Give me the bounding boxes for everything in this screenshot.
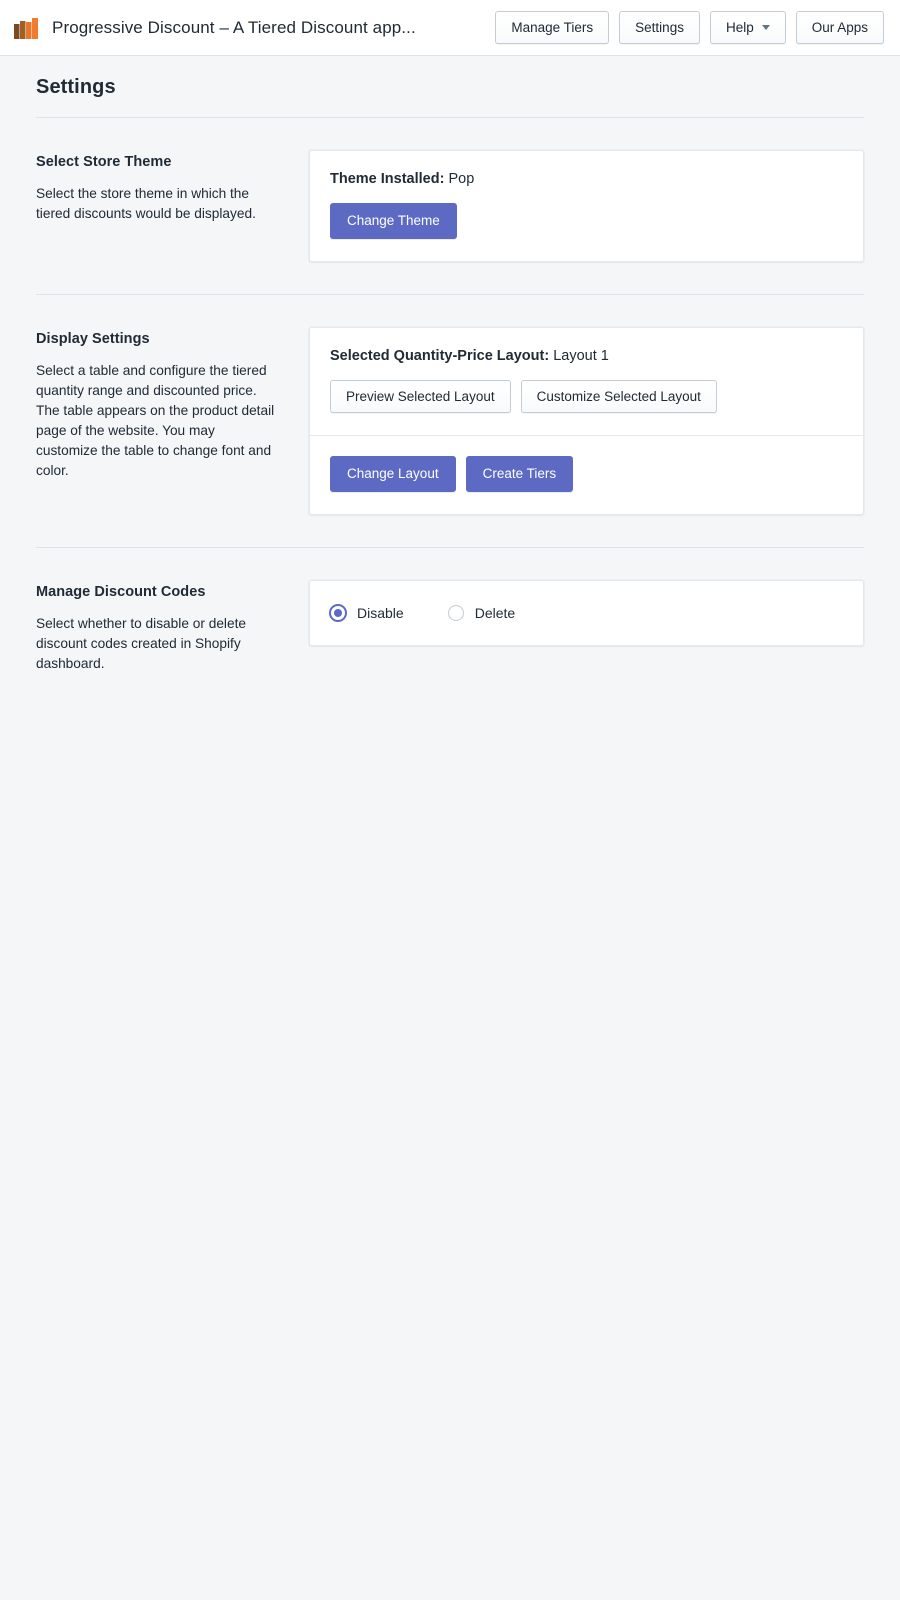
change-theme-button[interactable]: Change Theme bbox=[330, 203, 457, 239]
radio-delete-icon[interactable] bbox=[447, 604, 464, 621]
settings-button[interactable]: Settings bbox=[619, 10, 700, 45]
section-title-discount-codes: Manage Discount Codes bbox=[36, 583, 206, 600]
layout-info-card-section: Selected Quantity-Price Layout: Layout 1… bbox=[310, 328, 863, 436]
layout-primary-actions-section: Change Layout Create Tiers bbox=[310, 435, 863, 514]
store-theme-card: Theme Installed: Pop Change Theme bbox=[309, 150, 864, 262]
theme-installed-heading: Theme Installed: Pop bbox=[330, 171, 843, 187]
display-settings-card: Selected Quantity-Price Layout: Layout 1… bbox=[309, 326, 864, 515]
page-title: Settings bbox=[36, 76, 116, 98]
our-apps-label: Our Apps bbox=[811, 19, 868, 35]
layout-primary-actions: Change Layout Create Tiers bbox=[330, 456, 843, 492]
section-display-settings: Display Settings Select a table and conf… bbox=[36, 295, 864, 515]
store-theme-actions: Change Theme bbox=[330, 203, 843, 239]
theme-installed-value: Pop bbox=[448, 171, 475, 187]
preview-selected-layout-button[interactable]: Preview Selected Layout bbox=[330, 379, 511, 413]
create-tiers-button[interactable]: Create Tiers bbox=[465, 456, 574, 492]
change-layout-button[interactable]: Change Layout bbox=[330, 456, 456, 492]
section-title-store-theme: Select Store Theme bbox=[36, 154, 172, 170]
app-title: Progressive Discount – A Tiered Discount… bbox=[52, 17, 416, 37]
selected-layout-label: Selected Quantity-Price Layout: bbox=[330, 347, 550, 364]
radio-delete-label: Delete bbox=[474, 604, 516, 621]
section-label-display-settings: Display Settings Select a table and conf… bbox=[36, 327, 309, 481]
selected-layout-value: Layout 1 bbox=[553, 347, 609, 364]
manage-tiers-button[interactable]: Manage Tiers bbox=[495, 10, 610, 45]
section-description-discount-codes: Select whether to disable or delete disc… bbox=[36, 615, 247, 671]
section-body-display-settings: Selected Quantity-Price Layout: Layout 1… bbox=[309, 326, 864, 515]
section-label-store-theme: Select Store Theme Select the store them… bbox=[36, 150, 309, 224]
page-header: Settings bbox=[0, 56, 900, 118]
discount-codes-radio-group: Disable Delete bbox=[330, 601, 843, 623]
app-header-bar: Progressive Discount – A Tiered Discount… bbox=[0, 0, 900, 56]
bar-chart-logo-icon bbox=[14, 17, 38, 39]
our-apps-button[interactable]: Our Apps bbox=[795, 10, 884, 45]
chevron-down-icon bbox=[761, 25, 770, 30]
selected-layout-heading: Selected Quantity-Price Layout: Layout 1 bbox=[330, 348, 843, 364]
customize-selected-layout-label: Customize Selected Layout bbox=[536, 388, 701, 404]
settings-label: Settings bbox=[635, 19, 684, 35]
help-label: Help bbox=[725, 19, 754, 35]
customize-selected-layout-button[interactable]: Customize Selected Layout bbox=[520, 379, 717, 413]
settings-content: Select Store Theme Select the store them… bbox=[0, 118, 900, 674]
section-description-display-settings: Select a table and configure the tiered … bbox=[36, 362, 275, 478]
section-select-store-theme: Select Store Theme Select the store them… bbox=[36, 118, 864, 262]
preview-selected-layout-label: Preview Selected Layout bbox=[346, 388, 495, 404]
radio-disable-label: Disable bbox=[357, 604, 404, 621]
radio-option-delete[interactable]: Delete bbox=[447, 604, 516, 621]
section-description-store-theme: Select the store theme in which the tier… bbox=[36, 186, 256, 221]
store-theme-card-section: Theme Installed: Pop Change Theme bbox=[310, 151, 863, 261]
app-header-actions: Manage Tiers Settings Help Our Apps bbox=[495, 10, 884, 45]
layout-preview-actions: Preview Selected Layout Customize Select… bbox=[330, 379, 843, 413]
help-button[interactable]: Help bbox=[709, 10, 786, 45]
radio-disable-icon[interactable] bbox=[330, 604, 346, 621]
discount-codes-card-section: Disable Delete bbox=[310, 581, 863, 645]
radio-option-disable[interactable]: Disable bbox=[330, 604, 404, 621]
section-label-discount-codes: Manage Discount Codes Select whether to … bbox=[36, 580, 309, 674]
change-layout-label: Change Layout bbox=[347, 466, 439, 481]
section-manage-discount-codes: Manage Discount Codes Select whether to … bbox=[36, 548, 864, 674]
create-tiers-label: Create Tiers bbox=[482, 466, 557, 481]
section-title-display-settings: Display Settings bbox=[36, 330, 150, 347]
discount-codes-card: Disable Delete bbox=[309, 579, 864, 646]
section-body-store-theme: Theme Installed: Pop Change Theme bbox=[309, 150, 864, 262]
change-theme-label: Change Theme bbox=[347, 213, 440, 228]
manage-tiers-label: Manage Tiers bbox=[511, 19, 594, 35]
section-body-discount-codes: Disable Delete bbox=[309, 579, 864, 646]
theme-installed-label: Theme Installed: bbox=[330, 171, 445, 187]
